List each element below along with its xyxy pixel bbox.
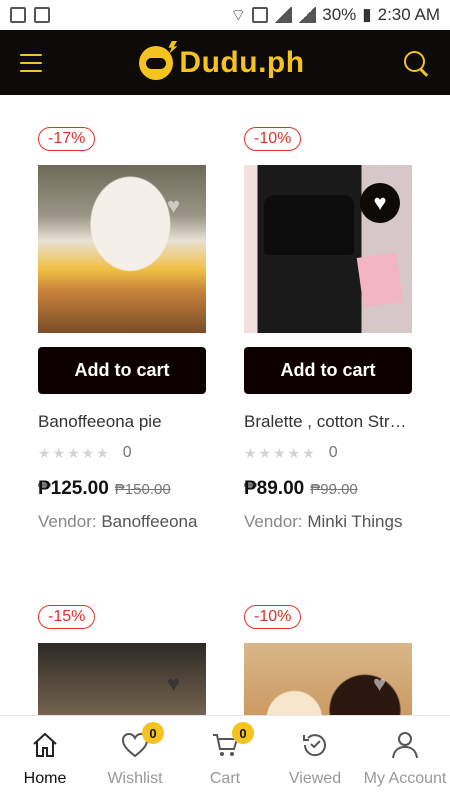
nav-cart-label: Cart — [209, 770, 241, 787]
price-row: ₱125.00 ₱150.00 — [38, 478, 206, 500]
rating: ★★★★★ 0 — [38, 444, 206, 462]
product-name[interactable]: Bralette , cotton Stretch — [244, 412, 412, 432]
star-rating-icon: ★★★★★ — [244, 444, 317, 461]
star-rating-icon: ★★★★★ — [38, 444, 111, 461]
brand-logo[interactable]: Dudu.ph — [139, 45, 305, 80]
price: ₱89.00 — [244, 478, 305, 499]
vendor[interactable]: Vendor: Banoffeeona — [38, 512, 206, 532]
mail-icon — [252, 7, 269, 23]
discount-badge: -17% — [38, 127, 96, 151]
add-to-cart-button[interactable]: Add to cart — [244, 347, 412, 394]
wishlist-heart-icon[interactable]: ♥ — [167, 671, 180, 697]
download-notification-icon — [34, 7, 50, 23]
gallery-notification-icon — [10, 7, 26, 23]
logo-mark-icon — [139, 45, 174, 80]
cart-count-badge: 0 — [232, 722, 254, 744]
product-card[interactable]: -10% ♥ — [244, 605, 412, 715]
search-icon[interactable] — [402, 49, 430, 77]
product-image[interactable]: ♥ — [38, 643, 206, 715]
nav-home-label: Home — [23, 770, 67, 787]
product-image[interactable]: ♥ — [38, 165, 206, 333]
nav-wishlist-label: Wishlist — [107, 770, 163, 787]
wishlist-count-badge: 0 — [142, 722, 164, 744]
wishlist-heart-icon[interactable]: ♥ — [167, 193, 180, 219]
product-grid: -17% ♥ Add to cart Banoffeeona pie ★★★★★… — [0, 95, 450, 715]
rating-count: 0 — [122, 444, 132, 461]
price-row: ₱89.00 ₱99.00 — [244, 478, 412, 500]
discount-badge: -10% — [244, 605, 302, 629]
product-name[interactable]: Banoffeeona pie — [38, 412, 206, 432]
signal-icon — [274, 7, 293, 23]
old-price: ₱150.00 — [114, 481, 171, 498]
battery-level: 30% — [322, 5, 357, 24]
clock: 2:30 AM — [377, 5, 440, 24]
product-image[interactable]: ♥ — [244, 643, 412, 715]
menu-icon[interactable] — [20, 53, 42, 72]
nav-viewed-label: Viewed — [288, 770, 342, 787]
nav-wishlist[interactable]: 0 Wishlist — [90, 722, 180, 788]
nav-account[interactable]: My Account — [360, 728, 450, 788]
old-price: ₱99.00 — [310, 481, 358, 498]
status-bar: ⌔ 30% ▮ 2:30 AM — [0, 0, 450, 30]
nav-home[interactable]: Home — [0, 728, 90, 788]
nav-cart[interactable]: 0 Cart — [180, 722, 270, 788]
wishlist-heart-icon[interactable]: ♥ — [373, 671, 386, 697]
user-icon — [392, 732, 418, 759]
nav-account-label: My Account — [363, 770, 447, 787]
product-card[interactable]: -10% ♥ Add to cart Bralette , cotton Str… — [244, 127, 412, 532]
discount-badge: -10% — [244, 127, 302, 151]
history-icon — [303, 734, 326, 757]
battery-icon: ▮ — [362, 5, 372, 24]
product-card[interactable]: -17% ♥ Add to cart Banoffeeona pie ★★★★★… — [38, 127, 206, 532]
vendor-label: Vendor: — [244, 512, 303, 531]
vendor-label: Vendor: — [38, 512, 97, 531]
wishlist-heart-icon[interactable]: ♥ — [360, 183, 400, 223]
rating: ★★★★★ 0 — [244, 444, 412, 462]
vendor-name[interactable]: Minki Things — [307, 512, 402, 531]
app-header: Dudu.ph — [0, 30, 450, 95]
brand-name: Dudu.ph — [179, 45, 305, 79]
rating-count: 0 — [328, 444, 338, 461]
vendor-name[interactable]: Banoffeeona — [101, 512, 197, 531]
home-icon — [33, 732, 57, 757]
product-image[interactable]: ♥ — [244, 165, 412, 333]
add-to-cart-button[interactable]: Add to cart — [38, 347, 206, 394]
wifi-icon: ⌔ — [230, 5, 247, 25]
product-card[interactable]: -15% ♥ — [38, 605, 206, 715]
bottom-nav: Home 0 Wishlist 0 Cart Viewed My Account — [0, 715, 450, 800]
vendor[interactable]: Vendor: Minki Things — [244, 512, 412, 532]
signal-2-icon — [298, 7, 317, 23]
discount-badge: -15% — [38, 605, 96, 629]
nav-viewed[interactable]: Viewed — [270, 728, 360, 788]
price: ₱125.00 — [38, 478, 109, 499]
